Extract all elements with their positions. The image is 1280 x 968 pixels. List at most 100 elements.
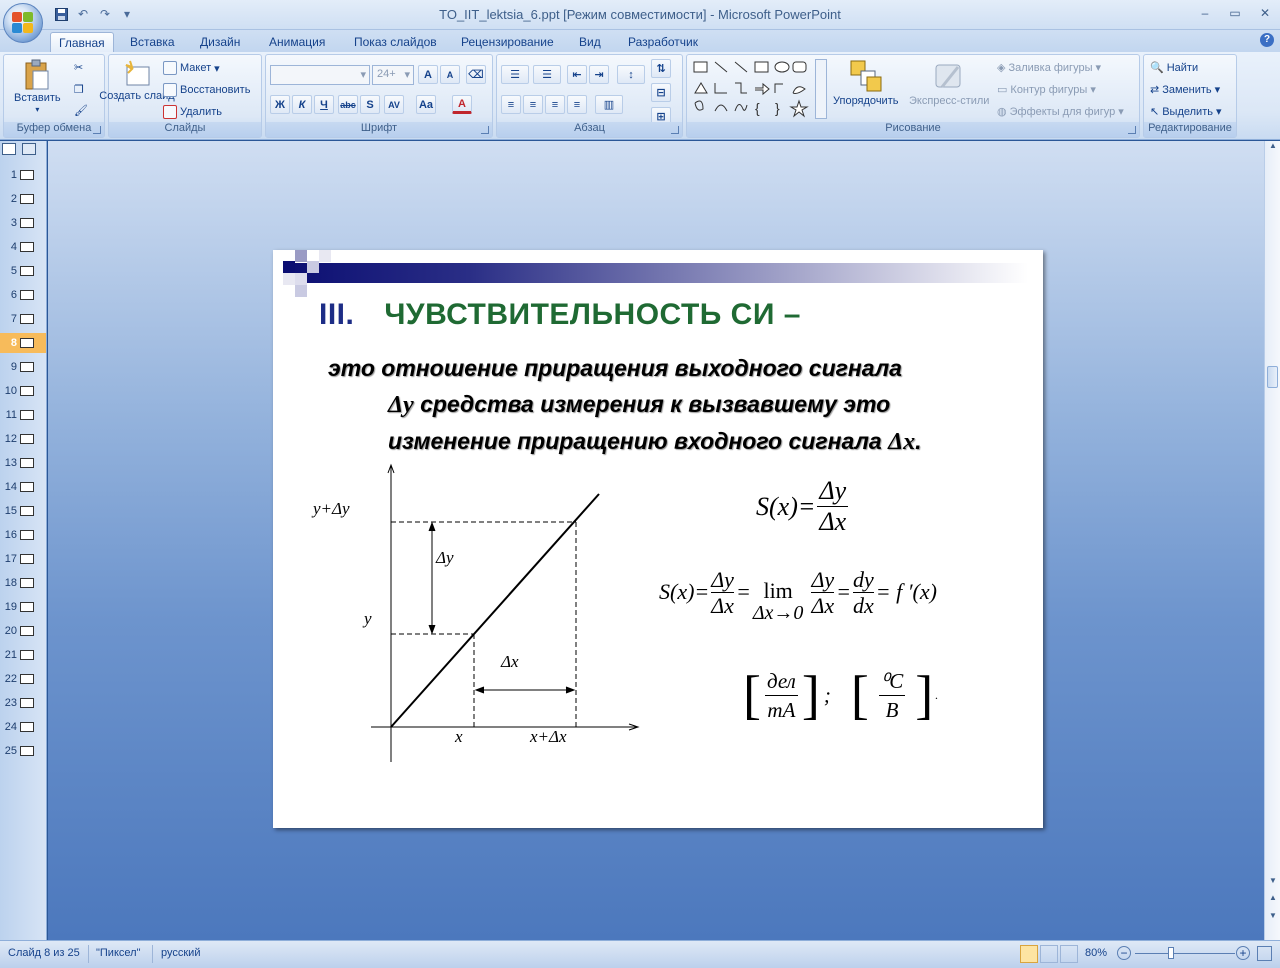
zoom-level[interactable]: 80%: [1085, 947, 1107, 959]
clipboard-launcher-icon[interactable]: [93, 126, 101, 134]
shape-fill-button[interactable]: ◈ Заливка фигуры ▾: [997, 61, 1101, 75]
slides-tab-icon[interactable]: [2, 143, 16, 155]
normal-view-icon[interactable]: [1020, 945, 1038, 963]
cut-icon[interactable]: ✂: [74, 61, 83, 74]
increase-indent-icon[interactable]: ⇥: [589, 65, 609, 84]
slide-thumbnail[interactable]: 1: [0, 165, 46, 185]
italic-icon[interactable]: К: [292, 95, 312, 114]
slide-thumbnail[interactable]: 5: [0, 261, 46, 281]
slide-thumbnail[interactable]: 12: [0, 429, 46, 449]
slide-thumbnail[interactable]: 17: [0, 549, 46, 569]
font-name-combo[interactable]: ▾: [270, 65, 370, 85]
shapes-gallery-icon[interactable]: { }: [693, 59, 817, 121]
help-icon[interactable]: ?: [1260, 33, 1274, 47]
slide-thumbnail[interactable]: 23: [0, 693, 46, 713]
grow-font-icon[interactable]: A: [418, 65, 438, 84]
tab-view[interactable]: Вид: [571, 32, 609, 52]
slide-thumbnail[interactable]: 20: [0, 621, 46, 641]
scroll-down-icon[interactable]: ▼: [1265, 876, 1280, 890]
line-spacing-icon[interactable]: ↕: [617, 65, 645, 84]
reset-button[interactable]: Восстановить: [163, 83, 250, 97]
slide-thumbnail[interactable]: 19: [0, 597, 46, 617]
font-color-icon[interactable]: A: [452, 95, 472, 114]
scroll-up-icon[interactable]: ▲: [1265, 141, 1280, 155]
slide-thumbnail[interactable]: 8: [0, 333, 46, 353]
slide-thumbnail[interactable]: 10: [0, 381, 46, 401]
slide-thumbnail[interactable]: 11: [0, 405, 46, 425]
layout-button[interactable]: Макет ▾: [163, 61, 220, 75]
shrink-font-icon[interactable]: A: [440, 65, 460, 84]
tab-animation[interactable]: Анимация: [261, 32, 333, 52]
align-left-icon[interactable]: ≡: [501, 95, 521, 114]
quick-styles-button[interactable]: Экспресс-стили: [909, 59, 989, 107]
theme-name[interactable]: "Пиксел": [96, 947, 140, 959]
align-center-icon[interactable]: ≡: [523, 95, 543, 114]
language-indicator[interactable]: русский: [161, 947, 200, 959]
shape-effects-button[interactable]: ◍ Эффекты для фигур ▾: [997, 105, 1124, 119]
font-launcher-icon[interactable]: [481, 126, 489, 134]
new-slide-button[interactable]: Создать слайд: [99, 59, 175, 102]
change-case-icon[interactable]: Aa: [416, 95, 436, 114]
fit-to-window-icon[interactable]: [1257, 946, 1272, 961]
copy-icon[interactable]: ❐: [74, 83, 84, 96]
paragraph-launcher-icon[interactable]: [671, 126, 679, 134]
minimize-icon[interactable]: –: [1190, 2, 1220, 24]
shape-outline-button[interactable]: ▭ Контур фигуры ▾: [997, 83, 1096, 97]
tab-slideshow[interactable]: Показ слайдов: [346, 32, 445, 52]
paste-button[interactable]: Вставить ▾: [14, 59, 61, 114]
find-button[interactable]: 🔍 Найти: [1150, 61, 1198, 75]
drawing-launcher-icon[interactable]: [1128, 126, 1136, 134]
zoom-slider-track[interactable]: [1135, 953, 1235, 954]
bullets-icon[interactable]: ☰: [501, 65, 529, 84]
char-spacing-icon[interactable]: AV: [384, 95, 404, 114]
close-icon[interactable]: ✕: [1250, 2, 1280, 24]
align-text-icon[interactable]: ⊟: [651, 83, 671, 102]
tab-design[interactable]: Дизайн: [192, 32, 248, 52]
zoom-out-icon[interactable]: −: [1117, 946, 1131, 960]
slide-thumbnail[interactable]: 22: [0, 669, 46, 689]
next-slide-icon[interactable]: ▼: [1265, 911, 1280, 925]
select-button[interactable]: ↖ Выделить ▾: [1150, 105, 1222, 119]
zoom-slider-thumb[interactable]: [1168, 947, 1174, 959]
format-painter-icon[interactable]: 🖌: [74, 104, 88, 117]
arrange-button[interactable]: Упорядочить: [833, 59, 898, 107]
text-direction-icon[interactable]: ⇅: [651, 59, 671, 78]
clear-formatting-icon[interactable]: ⌫: [466, 65, 486, 84]
slide-thumbnail[interactable]: 24: [0, 717, 46, 737]
tab-home[interactable]: Главная: [50, 32, 114, 52]
underline-icon[interactable]: Ч: [314, 95, 334, 114]
outline-tab-icon[interactable]: [22, 143, 36, 155]
slide-thumbnail[interactable]: 21: [0, 645, 46, 665]
delete-slide-button[interactable]: Удалить: [163, 105, 222, 119]
font-size-combo[interactable]: 24+ ▾: [372, 65, 414, 85]
vertical-scrollbar[interactable]: ▲ ▼ ▲ ▼: [1264, 141, 1280, 940]
slide-canvas[interactable]: III. ЧУВСТВИТЕЛЬНОСТЬ СИ – это отношение …: [273, 250, 1043, 828]
strikethrough-icon[interactable]: abc: [338, 95, 358, 114]
slide-thumbnail[interactable]: 16: [0, 525, 46, 545]
restore-icon[interactable]: ▭: [1220, 2, 1250, 24]
shapes-scroll[interactable]: [815, 59, 827, 119]
slide-thumbnail[interactable]: 18: [0, 573, 46, 593]
slide-thumbnail[interactable]: 3: [0, 213, 46, 233]
align-right-icon[interactable]: ≡: [545, 95, 565, 114]
office-button[interactable]: [3, 3, 43, 43]
slide-sorter-icon[interactable]: [1040, 945, 1058, 963]
shadow-icon[interactable]: S: [360, 95, 380, 114]
slide-thumbnail[interactable]: 25: [0, 741, 46, 761]
slide-thumbnail[interactable]: 13: [0, 453, 46, 473]
slide-thumbnail[interactable]: 2: [0, 189, 46, 209]
numbering-icon[interactable]: ☰: [533, 65, 561, 84]
slide-thumbnail[interactable]: 6: [0, 285, 46, 305]
justify-icon[interactable]: ≡: [567, 95, 587, 114]
slide-thumbnail[interactable]: 9: [0, 357, 46, 377]
replace-button[interactable]: ⇄ Заменить ▾: [1150, 83, 1220, 97]
columns-icon[interactable]: ▥: [595, 95, 623, 114]
slide-thumbnail[interactable]: 15: [0, 501, 46, 521]
bold-icon[interactable]: Ж: [270, 95, 290, 114]
tab-review[interactable]: Рецензирование: [453, 32, 562, 52]
tab-developer[interactable]: Разработчик: [620, 32, 706, 52]
scroll-thumb[interactable]: [1267, 366, 1278, 388]
slide-thumbnail[interactable]: 14: [0, 477, 46, 497]
zoom-in-icon[interactable]: +: [1236, 946, 1250, 960]
slide-thumbnail[interactable]: 4: [0, 237, 46, 257]
